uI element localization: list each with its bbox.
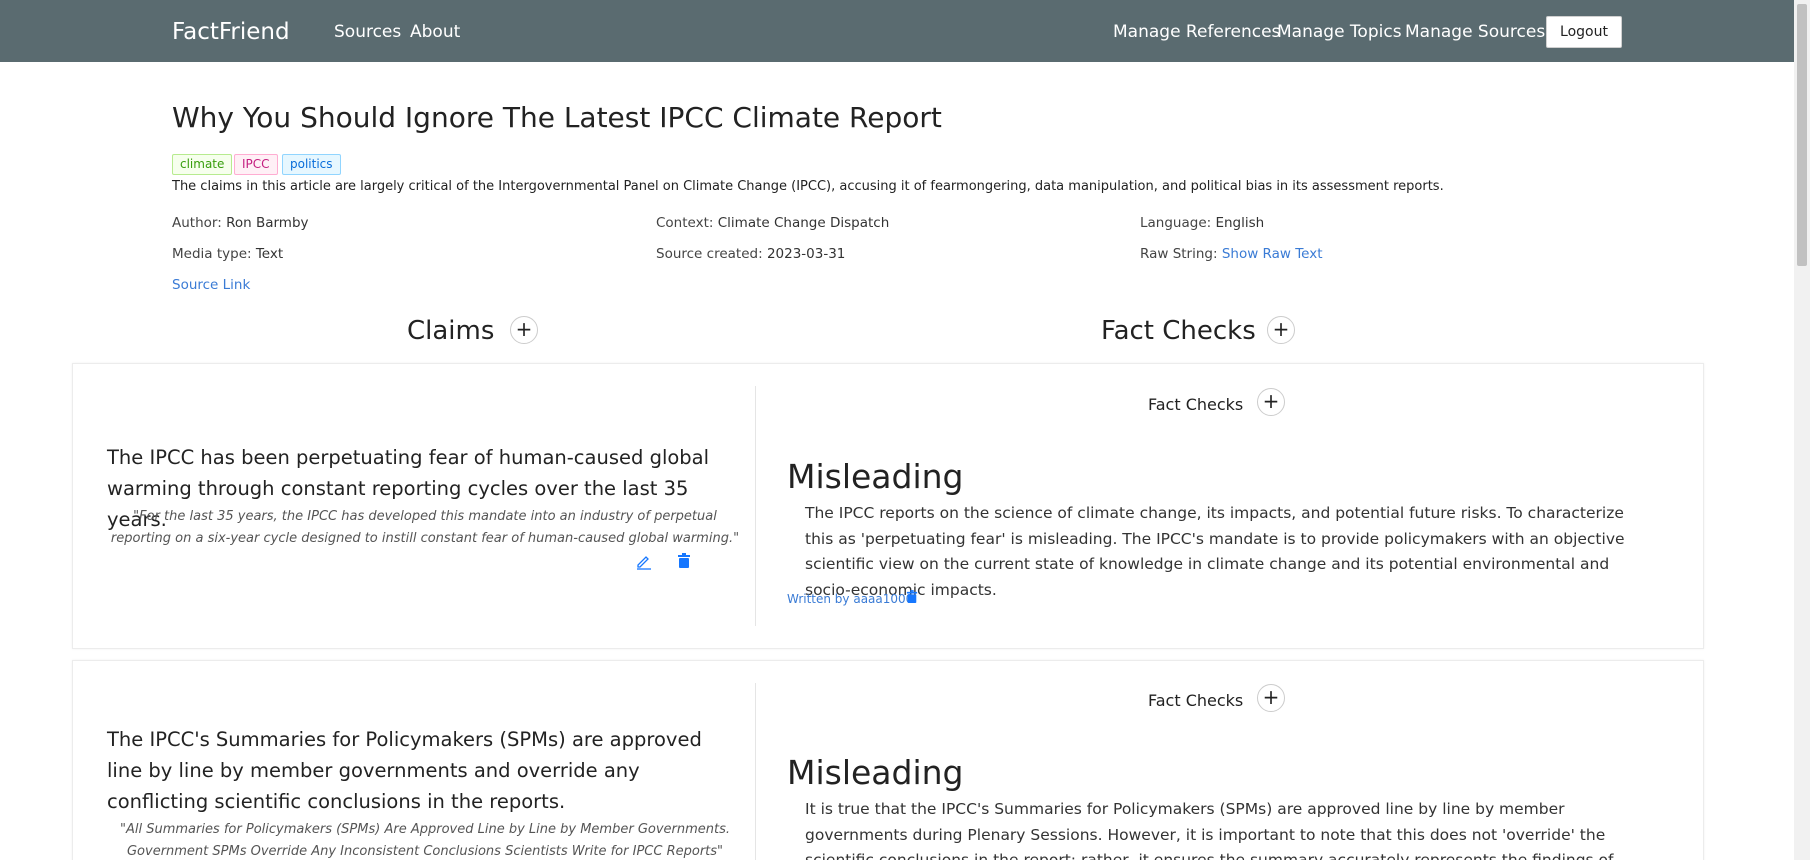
show-raw-text-link[interactable]: Show Raw Text [1222,246,1323,262]
language-value: English [1215,215,1265,231]
claims-heading: Claims [407,316,495,346]
meta-source-created: Source created: 2023-03-31 [656,246,845,262]
meta-raw-string: Raw String: Show Raw Text [1140,246,1323,262]
add-claim-button[interactable]: + [510,316,538,344]
nav-link-about[interactable]: About [410,22,460,42]
meta-context: Context: Climate Change Dispatch [656,215,889,231]
fact-check-text: The IPCC reports on the science of clima… [805,504,1625,599]
claim-quote: "All Summaries for Policymakers (SPMs) A… [119,822,731,859]
context-value: Climate Change Dispatch [717,215,890,231]
card-divider [755,386,756,626]
tag-politics[interactable]: politics [282,154,341,175]
meta-language: Language: English [1140,215,1264,231]
top-navbar: FactFriend Sources About Manage Referenc… [0,0,1794,62]
nav-link-sources[interactable]: Sources [334,22,401,42]
raw-string-label: Raw String: [1140,246,1218,262]
source-description: The claims in this article are largely c… [172,179,1444,194]
fact-checks-label: Fact Checks [1148,395,1244,414]
brand-logo[interactable]: FactFriend [172,19,290,45]
add-fact-check-button[interactable]: + [1257,388,1285,416]
meta-author: Author: Ron Barmby [172,215,309,231]
tag-ipcc[interactable]: IPCC [234,154,278,175]
card-divider [755,683,756,860]
tag-climate[interactable]: climate [172,154,233,175]
source-link[interactable]: Source Link [172,277,250,293]
source-created-label: Source created: [656,246,763,262]
claim-text: The IPCC's Summaries for Policymakers (S… [107,728,702,813]
meta-media-type: Media type: Text [172,246,283,262]
context-label: Context: [656,215,714,231]
author-value: Ron Barmby [226,215,309,231]
add-fact-check-button[interactable]: + [1267,316,1295,344]
verdict-label: Misleading [787,753,964,792]
page-title: Why You Should Ignore The Latest IPCC Cl… [172,101,942,134]
claim-card: The IPCC's Summaries for Policymakers (S… [72,660,1704,860]
logout-button[interactable]: Logout [1546,16,1622,48]
written-by-link[interactable]: Written by aaaa1000 [787,592,913,606]
page-scrollbar[interactable] [1794,0,1810,860]
media-type-value: Text [255,246,284,262]
nav-link-manage-topics[interactable]: Manage Topics [1277,22,1402,42]
fact-checks-heading: Fact Checks [1101,316,1256,346]
fact-check-text: It is true that the IPCC's Summaries for… [805,800,1614,860]
nav-link-manage-references[interactable]: Manage References [1113,22,1280,42]
delete-icon[interactable] [677,553,691,569]
fact-checks-label: Fact Checks [1148,691,1244,710]
delete-icon[interactable] [906,590,918,604]
verdict-label: Misleading [787,457,964,496]
scrollbar-thumb[interactable] [1797,4,1807,266]
claim-quote: "For the last 35 years, the IPCC has dev… [110,509,740,546]
author-label: Author: [172,215,222,231]
media-type-label: Media type: [172,246,252,262]
source-created-value: 2023-03-31 [766,246,846,262]
language-label: Language: [1140,215,1212,231]
edit-icon[interactable] [636,554,652,570]
add-fact-check-button[interactable]: + [1257,684,1285,712]
nav-link-manage-sources[interactable]: Manage Sources [1405,22,1545,42]
claim-card: The IPCC has been perpetuating fear of h… [72,363,1704,649]
